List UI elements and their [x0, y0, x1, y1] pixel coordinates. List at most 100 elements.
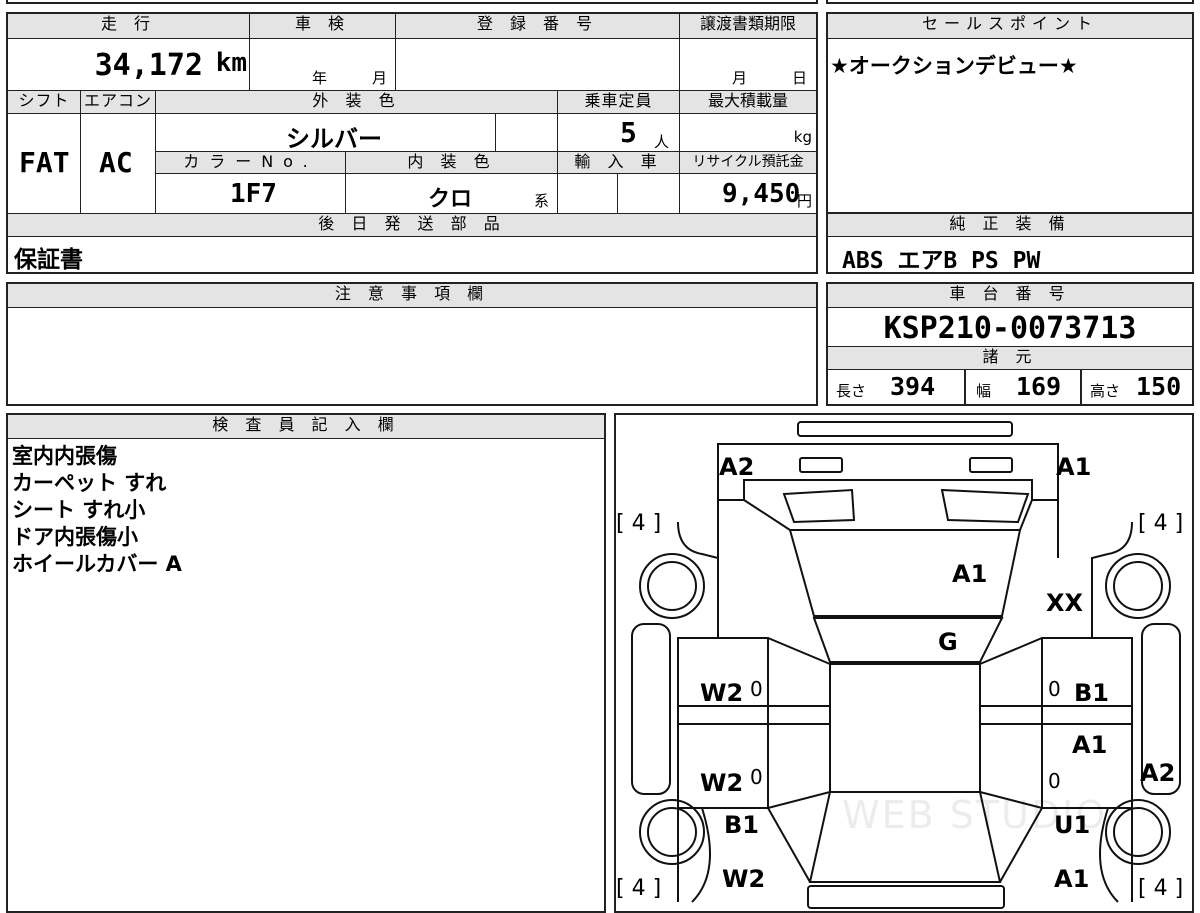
left-c-pillar: [717, 499, 791, 558]
capacity-header: 乗車定員: [558, 91, 680, 114]
chassis-number: KSP210-0073713: [883, 311, 1137, 346]
color-no-header: カラーNo.: [156, 152, 346, 174]
recycle-header: リサイクル預託金: [680, 152, 816, 174]
year-unit: 年: [312, 69, 328, 87]
top-stub-right: [826, 0, 1194, 4]
exterior-color-value: シルバー: [286, 125, 382, 153]
specs-divider-2: [1080, 370, 1082, 404]
height-value: 150: [1136, 372, 1182, 401]
damage-left-rear-door: W2: [700, 679, 744, 707]
zero-mark: 0: [750, 765, 763, 789]
right-body-side: [1091, 521, 1133, 902]
inspector-note: シート すれ小: [12, 498, 146, 522]
sales-point-box: セールスポイント ★オークションデビュー★ 純 正 装 備 ABS エアB PS…: [826, 12, 1194, 274]
damage-left-front-corner: W2: [722, 865, 766, 893]
damage-rear-right: A1: [1056, 453, 1092, 481]
watermark: WEB STUDIO: [842, 793, 1108, 837]
damage-left-front-fender: B1: [724, 811, 759, 839]
sales-point-header: セールスポイント: [828, 14, 1192, 39]
registration-header: 登 録 番 号: [396, 14, 680, 39]
wheel-rear-left: [639, 553, 705, 619]
color-no-value: 1F7: [230, 179, 277, 209]
wheel-front-right: [1105, 799, 1171, 865]
wheel-front-left: [639, 799, 705, 865]
later-parts-value: 保証書: [14, 247, 83, 273]
car-diagram-box: [ 4 ] [ 4 ] [ 4 ] [ 4 ] A2 A1 A1 XX G W2…: [614, 413, 1194, 913]
deadline-cell: 月 日: [680, 39, 816, 91]
color-no-cell: 1F7: [156, 174, 346, 214]
specs-divider-1: [964, 370, 966, 404]
right-c-pillar: [1019, 499, 1059, 558]
damage-rear-left: A2: [719, 453, 755, 481]
zero-mark: 0: [750, 677, 763, 701]
left-body-side: [677, 521, 719, 902]
wheel-rear-right: [1105, 553, 1171, 619]
yen-unit: 円: [796, 192, 812, 210]
mileage-value: 34,172: [94, 48, 203, 83]
deadline-day: 日: [792, 69, 808, 87]
rear-bumper: [797, 421, 1013, 437]
zero-mark: 0: [1048, 769, 1061, 793]
chassis-box: 車 台 番 号 KSP210-0073713 諸 元 長さ 394 幅 169 …: [826, 282, 1194, 406]
damage-right-front-corner: A1: [1054, 865, 1090, 893]
chassis-header: 車 台 番 号: [828, 284, 1192, 308]
damage-rear-glass: G: [938, 628, 958, 656]
genuine-equipment-header: 純 正 装 備: [828, 214, 1192, 237]
damage-right-front-door-upper: A1: [1072, 731, 1108, 759]
shift-value: FAT: [19, 146, 70, 179]
width-value: 169: [1016, 372, 1062, 401]
inspector-box: 検 査 員 記 入 欄 室内内張傷 カーペット すれ シート すれ小 ドア内張傷…: [6, 413, 606, 913]
top-stub-row: [6, 0, 818, 4]
mileage-unit: km: [215, 48, 247, 78]
cabin: [829, 663, 981, 793]
registration-cell: [396, 39, 680, 91]
mileage-cell: 34,172 km: [8, 39, 250, 91]
mileage-header: 走 行: [8, 14, 250, 39]
aircon-value: AC: [99, 146, 133, 179]
left-sill: [677, 705, 831, 725]
aircon-cell: AC: [81, 114, 156, 214]
inspector-note: 室内内張傷: [12, 444, 117, 468]
deadline-month: 月: [732, 69, 748, 87]
max-load-cell: kg: [680, 114, 816, 152]
import-cell-b: [618, 174, 680, 214]
roof: [812, 617, 1004, 663]
import-cell-a: [558, 174, 618, 214]
inspector-notes-list: 室内内張傷 カーペット すれ シート すれ小 ドア内張傷小 ホイールカバー A: [12, 443, 182, 578]
damage-right-rear-fender: XX: [1046, 589, 1084, 617]
notes-box: 注 意 事 項 欄: [6, 282, 818, 406]
exterior-color-extra-cell: [496, 114, 558, 152]
tire-label-top-left: [ 4 ]: [616, 511, 662, 536]
zero-mark: 0: [1048, 677, 1061, 701]
later-parts-header: 後 日 発 送 部 品: [8, 214, 816, 237]
damage-right-front-door-side: A2: [1140, 759, 1176, 787]
specs-header: 諸 元: [828, 346, 1192, 370]
inspector-header: 検 査 員 記 入 欄: [8, 415, 604, 439]
exterior-color-cell: シルバー: [156, 114, 496, 153]
import-header: 輸 入 車: [558, 152, 680, 174]
tire-label-bottom-left: [ 4 ]: [616, 876, 662, 901]
interior-color-header: 内 装 色: [346, 152, 558, 174]
aircon-header: エアコン: [81, 91, 156, 114]
interior-suffix: 系: [534, 192, 550, 210]
height-label: 高さ: [1090, 382, 1121, 400]
inspection-cell: 年 月: [250, 39, 396, 91]
recycle-cell: 9,450 円: [680, 174, 816, 214]
inspection-header: 車 検: [250, 14, 396, 39]
rear-lamp-right: [969, 457, 1013, 473]
recycle-amount: 9,450: [722, 179, 801, 209]
capacity-value: 5: [620, 116, 637, 149]
length-value: 394: [890, 372, 936, 401]
length-label: 長さ: [836, 382, 867, 400]
tire-label-top-right: [ 4 ]: [1138, 511, 1184, 536]
sales-point-text: ★オークションデビュー★: [830, 54, 1078, 78]
inspector-note: ホイールカバー A: [12, 552, 182, 576]
left-rocker: [631, 623, 671, 795]
max-load-header: 最大積載量: [680, 91, 816, 114]
interior-color-value: クロ: [428, 187, 473, 212]
genuine-equipment-value: ABS エアB PS PW: [842, 248, 1041, 274]
interior-color-cell: クロ 系: [346, 174, 558, 214]
rear-spoiler-right: [940, 488, 1030, 524]
rear-lamp-left: [799, 457, 843, 473]
tire-label-bottom-right: [ 4 ]: [1138, 876, 1184, 901]
